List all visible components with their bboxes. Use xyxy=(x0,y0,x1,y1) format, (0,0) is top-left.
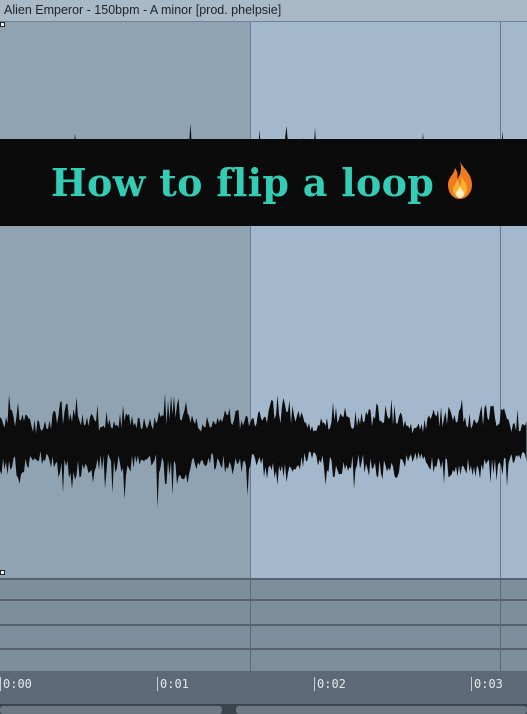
clip-title: Alien Emperor - 150bpm - A minor [prod. … xyxy=(4,3,282,17)
fire-icon xyxy=(444,160,476,205)
ruler-tick xyxy=(157,677,158,691)
scrollbar-thumb[interactable] xyxy=(0,706,222,714)
ruler-tick xyxy=(314,677,315,691)
loop-marker-line xyxy=(250,578,251,671)
timeline-ruler[interactable]: 0:00 0:01 0:02 0:03 xyxy=(0,671,527,704)
clip-gain-handle[interactable] xyxy=(0,570,5,575)
ruler-tick xyxy=(471,677,472,691)
scrollbar-thumb[interactable] xyxy=(236,706,527,714)
time-label: 0:00 xyxy=(3,677,32,691)
time-label: 0:02 xyxy=(317,677,346,691)
waveform-view[interactable]: How to flip a loop xyxy=(0,22,527,578)
lane-divider xyxy=(0,624,527,626)
lane-divider xyxy=(0,578,527,580)
time-label: 0:01 xyxy=(160,677,189,691)
automation-lanes[interactable] xyxy=(0,578,527,671)
beat-grid-line xyxy=(500,578,501,671)
caption-banner: How to flip a loop xyxy=(0,139,527,226)
time-label: 0:03 xyxy=(474,677,503,691)
lane-divider xyxy=(0,648,527,650)
caption-text: How to flip a loop xyxy=(50,160,435,205)
right-channel-waveform xyxy=(0,393,527,509)
horizontal-scrollbar[interactable] xyxy=(0,704,527,714)
audio-clip-editor: Alien Emperor - 150bpm - A minor [prod. … xyxy=(0,0,527,714)
ruler-tick xyxy=(0,677,1,691)
clip-title-bar[interactable]: Alien Emperor - 150bpm - A minor [prod. … xyxy=(0,0,527,22)
clip-start-handle[interactable] xyxy=(0,22,5,27)
lane-divider xyxy=(0,599,527,601)
waveform-display xyxy=(0,123,527,509)
